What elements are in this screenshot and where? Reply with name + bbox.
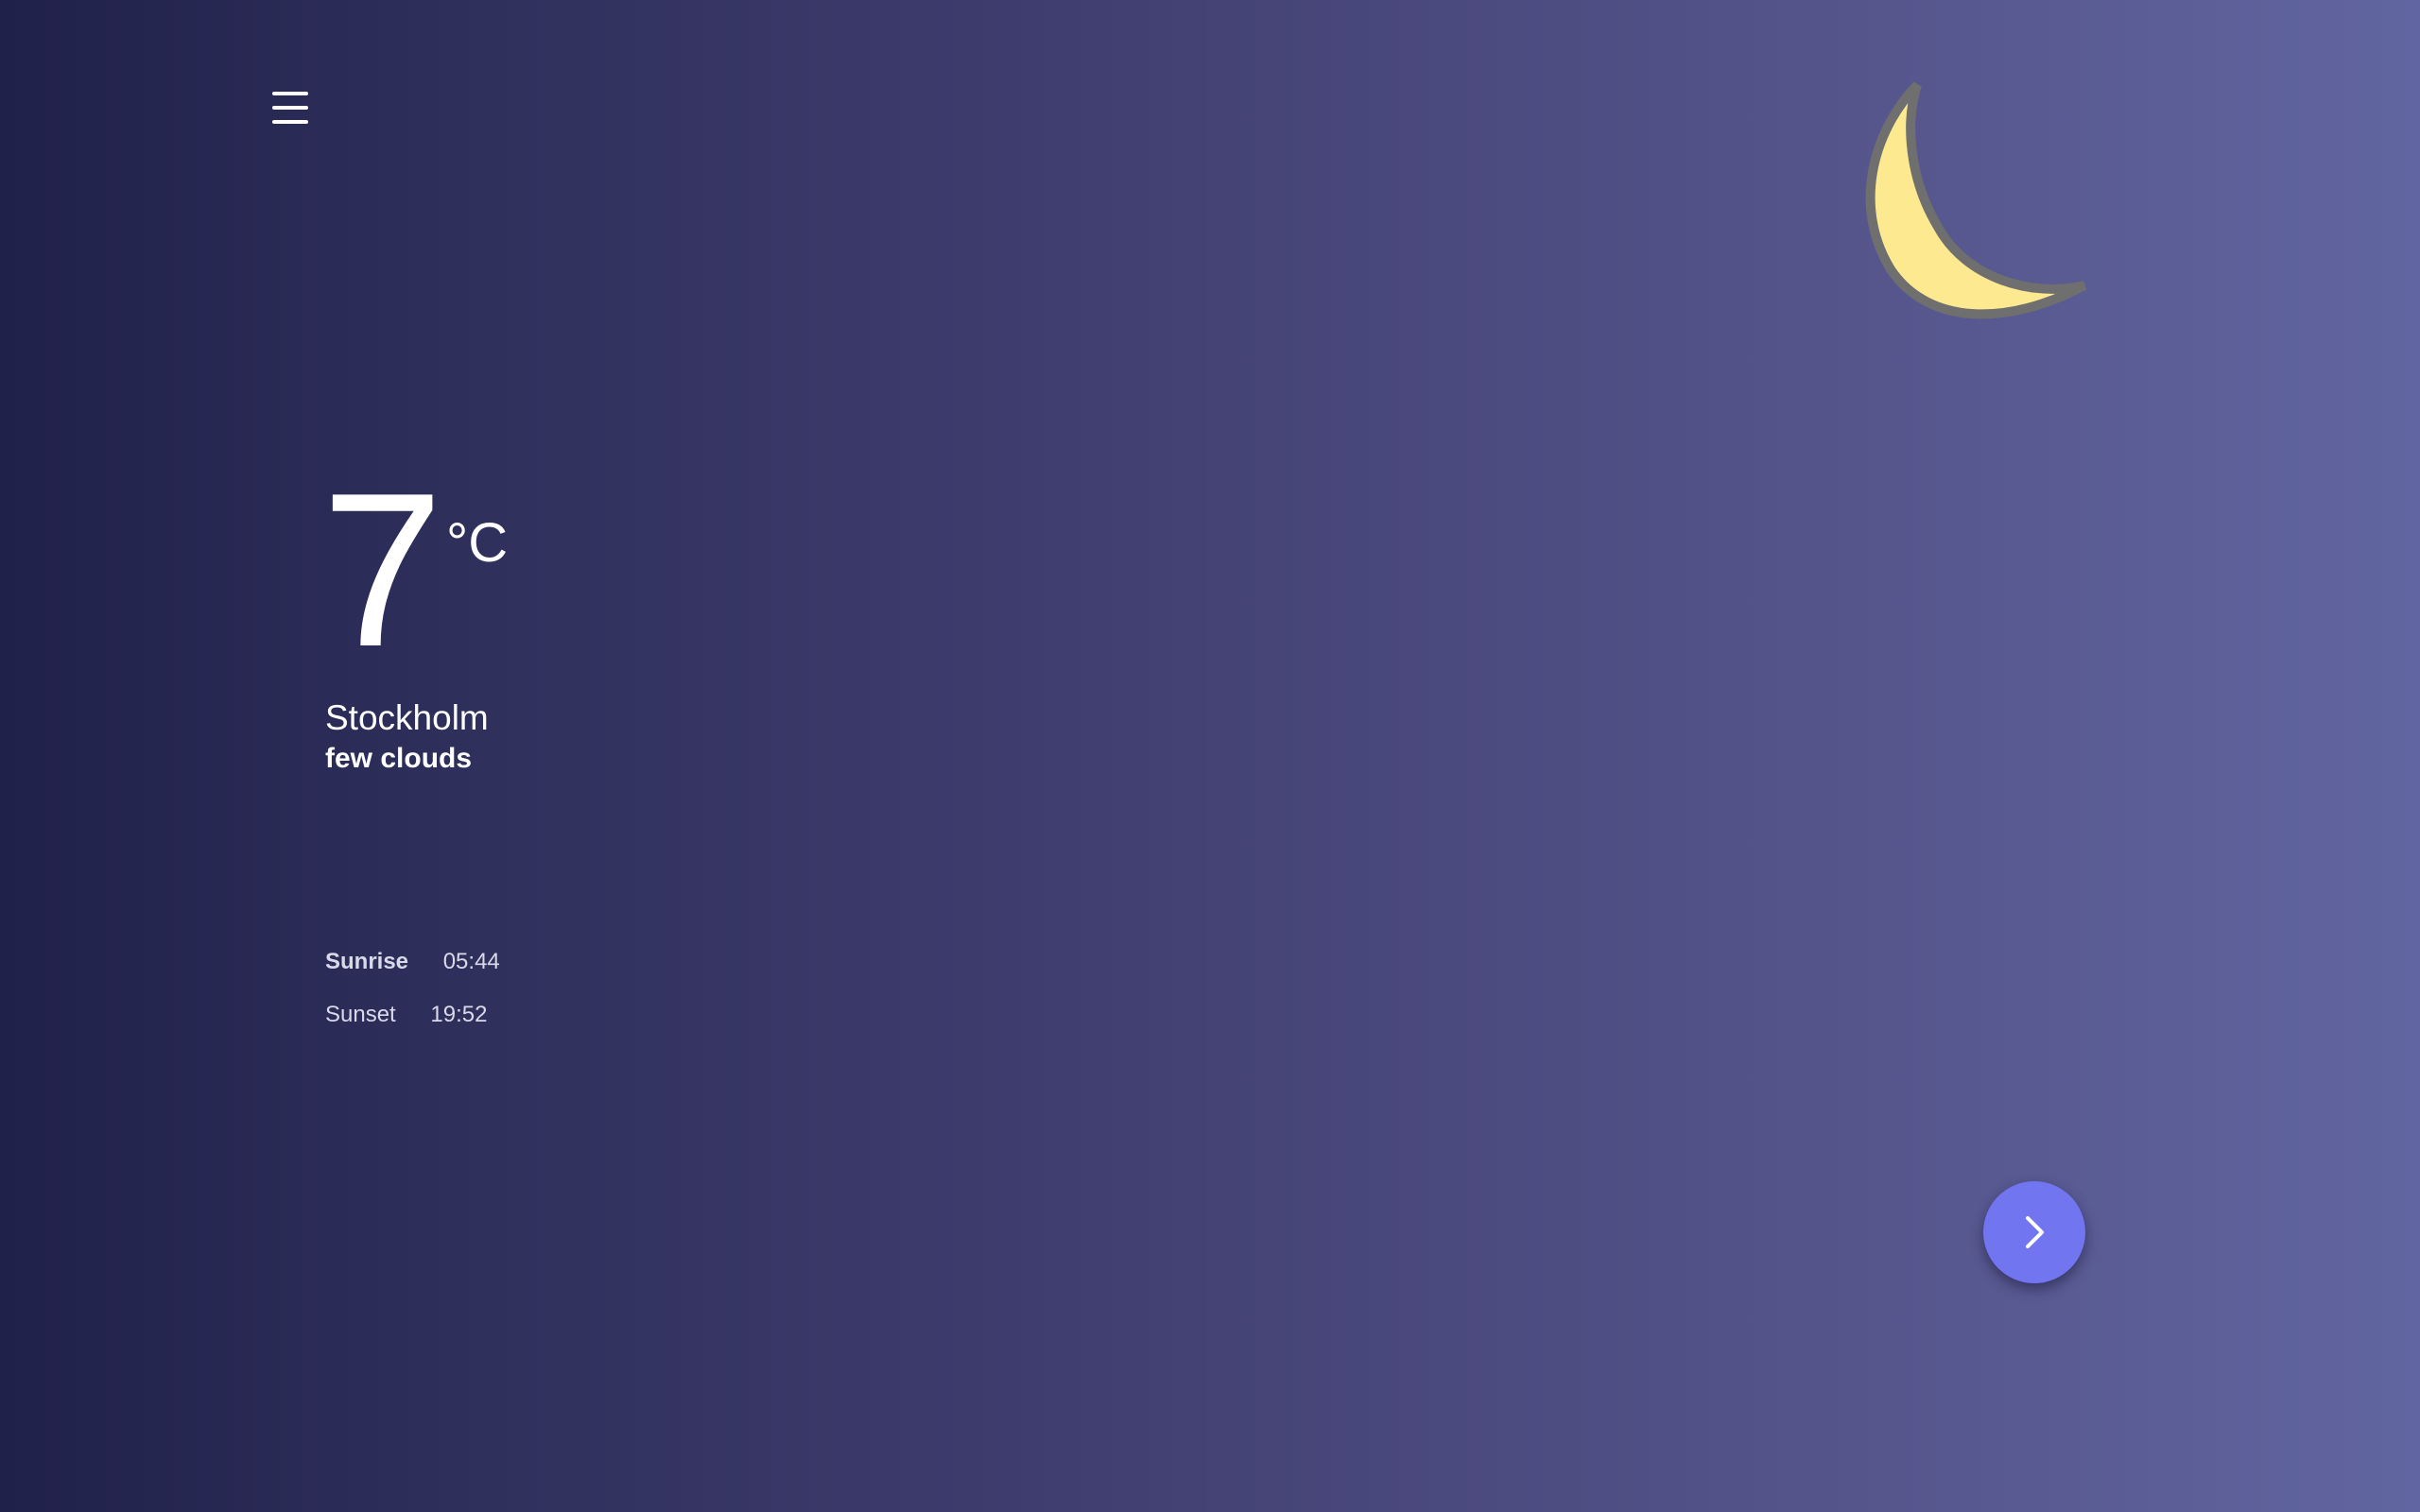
- sunset-label: Sunset: [325, 1002, 396, 1027]
- sunrise-time: 05:44: [442, 949, 500, 974]
- sunrise-label: Sunrise: [325, 949, 409, 974]
- crescent-moon-icon: [1865, 81, 2087, 319]
- hamburger-menu-icon-line: [272, 120, 308, 124]
- next-button[interactable]: [1983, 1181, 2085, 1283]
- hamburger-menu-icon-line: [272, 92, 308, 95]
- menu-button[interactable]: [268, 89, 312, 129]
- hamburger-menu-icon-line: [272, 106, 308, 110]
- sunset-row: Sunset 19:52: [325, 1001, 487, 1029]
- sunrise-row: Sunrise 05:44: [325, 948, 500, 976]
- sunset-time: 19:52: [430, 1002, 488, 1027]
- chevron-right-icon: [2026, 1216, 2044, 1248]
- weather-condition: few clouds: [325, 743, 473, 774]
- city-name: Stockholm: [325, 698, 489, 737]
- temperature-value: 7: [321, 448, 443, 693]
- temperature-unit: °C: [446, 512, 509, 574]
